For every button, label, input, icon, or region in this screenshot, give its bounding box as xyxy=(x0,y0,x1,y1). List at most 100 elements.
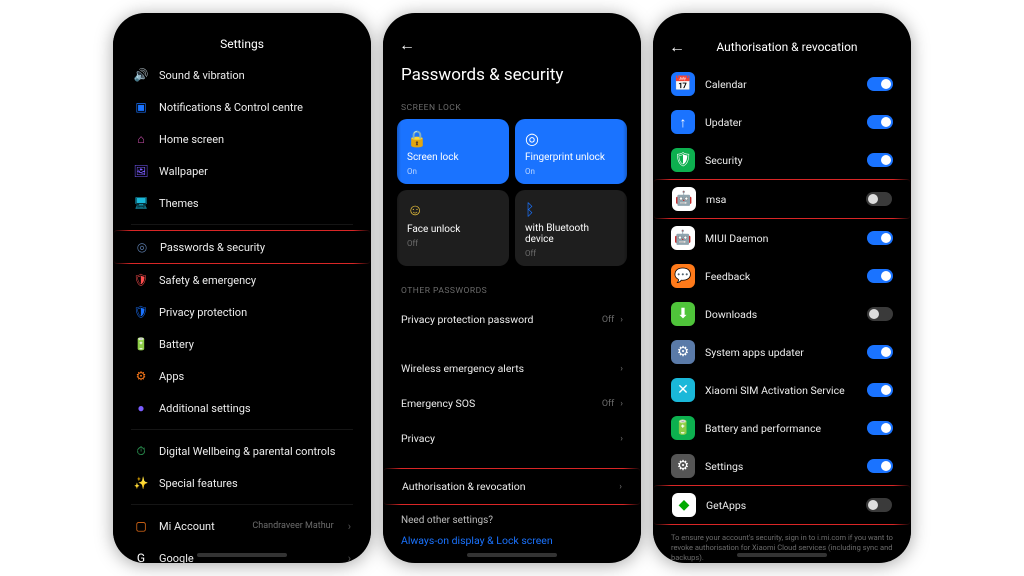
settings-item-icon: 🔊 xyxy=(133,67,149,83)
app-row-getapps[interactable]: ◆GetApps xyxy=(653,485,911,525)
tile-bluetooth[interactable]: ᛒ with Bluetooth device Off xyxy=(515,190,627,266)
app-row-battery-and-performance[interactable]: 🔋Battery and performance xyxy=(653,409,911,447)
tile-label: with Bluetooth device xyxy=(525,223,617,245)
settings-item-icon: ◎ xyxy=(134,239,150,255)
settings-title: Settings xyxy=(113,37,371,51)
toggle-switch[interactable] xyxy=(867,307,893,321)
toggle-switch[interactable] xyxy=(867,269,893,283)
app-row-xiaomi-sim-activation-service[interactable]: ✕Xiaomi SIM Activation Service xyxy=(653,371,911,409)
row-label: Privacy protection password xyxy=(401,313,533,326)
back-icon[interactable]: ← xyxy=(669,37,685,57)
tile-label: Face unlock xyxy=(407,224,499,235)
tile-face-unlock[interactable]: ☺ Face unlock Off xyxy=(397,190,509,266)
row-authorisation-revocation[interactable]: Authorisation & revocation › xyxy=(383,468,641,505)
row-privacy-password[interactable]: Privacy protection password Off› xyxy=(383,302,641,337)
settings-item-privacy-protection[interactable]: 🛡Privacy protection xyxy=(113,296,371,328)
settings-item-battery[interactable]: 🔋Battery xyxy=(113,328,371,360)
toggle-switch[interactable] xyxy=(866,498,892,512)
settings-item-label: Additional settings xyxy=(159,402,351,415)
toggle-switch[interactable] xyxy=(867,115,893,129)
section-other-passwords: OTHER PASSWORDS xyxy=(383,280,641,302)
row-trailing: Off xyxy=(602,315,614,325)
phone-3-authorisation: ← Authorisation & revocation 📅Calendar↑U… xyxy=(653,13,911,563)
app-row-miui-daemon[interactable]: 🤖MIUI Daemon xyxy=(653,219,911,257)
tile-label: Fingerprint unlock xyxy=(525,152,617,163)
app-name: Updater xyxy=(705,116,857,129)
settings-item-label: Themes xyxy=(159,197,351,210)
settings-item-google[interactable]: GGoogle› xyxy=(113,542,371,563)
separator xyxy=(131,224,353,225)
lock-icon: 🔒 xyxy=(407,129,499,148)
settings-item-home-screen[interactable]: ⌂Home screen xyxy=(113,123,371,155)
chevron-right-icon: › xyxy=(348,552,351,564)
settings-item-icon: 🖥 xyxy=(133,195,149,211)
toggle-switch[interactable] xyxy=(867,231,893,245)
row-label: Privacy xyxy=(401,432,435,445)
settings-item-mi-account[interactable]: ▢Mi AccountChandraveer Mathur› xyxy=(113,510,371,542)
settings-item-label: Apps xyxy=(159,370,351,383)
settings-item-label: Digital Wellbeing & parental controls xyxy=(159,445,351,458)
link-aod-lockscreen[interactable]: Always-on display & Lock screen xyxy=(383,528,641,553)
settings-item-label: Privacy protection xyxy=(159,306,351,319)
app-icon: 📅 xyxy=(671,72,695,96)
app-name: MIUI Daemon xyxy=(705,232,857,245)
row-label: Emergency SOS xyxy=(401,397,475,410)
app-row-downloads[interactable]: ⬇Downloads xyxy=(653,295,911,333)
settings-item-icon: ⌂ xyxy=(133,131,149,147)
app-name: Settings xyxy=(705,460,857,473)
settings-item-icon: 🔋 xyxy=(133,336,149,352)
settings-item-icon: 🛡 xyxy=(133,272,149,288)
settings-item-safety-emergency[interactable]: 🛡Safety & emergency xyxy=(113,264,371,296)
toggle-switch[interactable] xyxy=(867,77,893,91)
toggle-switch[interactable] xyxy=(867,459,893,473)
settings-item-passwords-security[interactable]: ◎Passwords & security xyxy=(113,230,371,264)
back-icon[interactable]: ← xyxy=(399,35,415,55)
tile-fingerprint[interactable]: ◎ Fingerprint unlock On xyxy=(515,119,627,184)
row-wireless-alerts[interactable]: Wireless emergency alerts › xyxy=(383,351,641,386)
app-row-system-apps-updater[interactable]: ⚙System apps updater xyxy=(653,333,911,371)
settings-item-icon: G xyxy=(133,550,149,563)
app-icon: ⚙ xyxy=(671,454,695,478)
app-name: Xiaomi SIM Activation Service xyxy=(705,384,857,397)
chevron-right-icon: › xyxy=(620,399,623,409)
toggle-switch[interactable] xyxy=(866,192,892,206)
toggle-switch[interactable] xyxy=(867,153,893,167)
passwords-security-title: Passwords & security xyxy=(383,55,641,97)
settings-item-themes[interactable]: 🖥 Themes xyxy=(113,187,371,219)
app-row-calendar[interactable]: 📅 Calendar xyxy=(653,65,911,103)
toggle-switch[interactable] xyxy=(867,421,893,435)
app-name: Downloads xyxy=(705,308,857,321)
app-row-msa[interactable]: 🤖msa xyxy=(653,179,911,219)
app-name: Calendar xyxy=(705,78,857,91)
settings-item-label: Notifications & Control centre xyxy=(159,101,351,114)
row-trailing: Off xyxy=(602,399,614,409)
settings-item-special-features[interactable]: ✨Special features xyxy=(113,467,371,499)
row-label: Wireless emergency alerts xyxy=(401,362,524,375)
settings-item-trailing: Chandraveer Mathur xyxy=(252,521,333,531)
settings-item-sound-vibration[interactable]: 🔊Sound & vibration xyxy=(113,59,371,91)
app-icon: ◆ xyxy=(672,493,696,517)
app-row-updater[interactable]: ↑Updater xyxy=(653,103,911,141)
app-row-settings[interactable]: ⚙ Settings xyxy=(653,447,911,485)
row-privacy[interactable]: Privacy › xyxy=(383,421,641,456)
app-row-security[interactable]: 🛡Security xyxy=(653,141,911,179)
tile-screen-lock[interactable]: 🔒 Screen lock On xyxy=(397,119,509,184)
settings-item-additional-settings[interactable]: ● Additional settings xyxy=(113,392,371,424)
settings-item-label: Mi Account xyxy=(159,520,242,533)
settings-item-notifications-control-centre[interactable]: ▣ Notifications & Control centre xyxy=(113,91,371,123)
tile-status: On xyxy=(525,167,617,176)
settings-item-icon: ▢ xyxy=(133,518,149,534)
app-name: Feedback xyxy=(705,270,857,283)
toggle-switch[interactable] xyxy=(867,383,893,397)
row-emergency-sos[interactable]: Emergency SOS Off › xyxy=(383,386,641,421)
app-row-feedback[interactable]: 💬Feedback xyxy=(653,257,911,295)
settings-item-apps[interactable]: ⚙Apps xyxy=(113,360,371,392)
settings-item-wallpaper[interactable]: 🖼Wallpaper xyxy=(113,155,371,187)
toggle-switch[interactable] xyxy=(867,345,893,359)
settings-item-label: Wallpaper xyxy=(159,165,351,178)
settings-item-icon: ● xyxy=(133,400,149,416)
settings-item-digital-wellbeing-parental-controls[interactable]: ⏱Digital Wellbeing & parental controls xyxy=(113,435,371,467)
fingerprint-icon: ◎ xyxy=(525,129,617,148)
settings-item-icon: ▣ xyxy=(133,99,149,115)
phone-1-settings: Settings 🔊Sound & vibration ▣ Notification… xyxy=(113,13,371,563)
